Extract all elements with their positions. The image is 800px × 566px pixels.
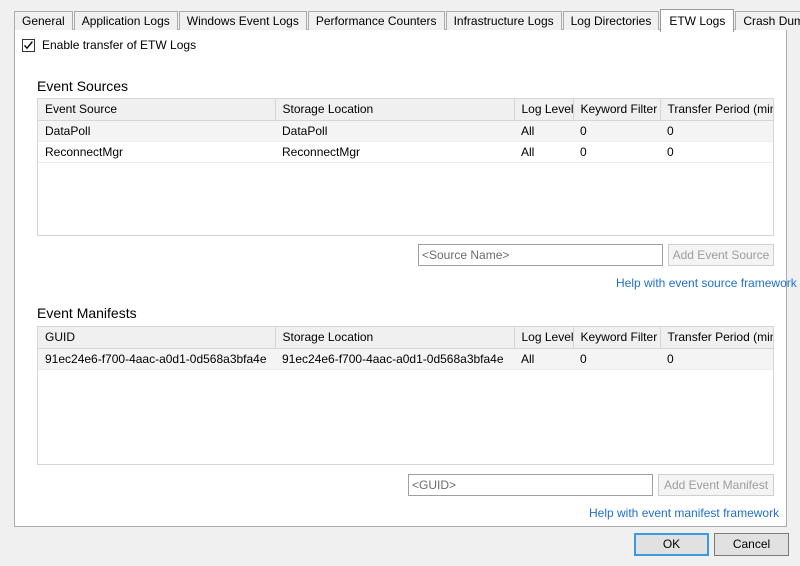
event-sources-header-row: Event Source Storage Location Log Level Key… bbox=[38, 99, 773, 121]
event-manifests-header-row: GUID Storage Location Log Level Keyword Fil… bbox=[38, 327, 773, 349]
event-sources-body: DataPoll DataPoll All 0 0 ReconnectMgr Reconne… bbox=[38, 120, 773, 163]
event-manifests-heading: Event Manifests bbox=[37, 305, 137, 321]
column-header[interactable]: Keyword Filter bbox=[573, 327, 661, 349]
table-cell: 0 bbox=[573, 120, 660, 142]
table-cell: All bbox=[514, 141, 573, 163]
tab-panel-etw-logs: Enable transfer of ETW Logs Event Source… bbox=[14, 29, 797, 527]
tab-windows-event-logs[interactable]: Windows Event Logs bbox=[178, 11, 307, 30]
checkmark-icon bbox=[23, 40, 33, 49]
event-manifests-grid[interactable]: GUID Storage Location Log Level Keyword Fil… bbox=[37, 326, 774, 465]
table-cell: 0 bbox=[573, 348, 660, 370]
tab-log-directories[interactable]: Log Directories bbox=[562, 11, 660, 30]
table-cell: 91ec24e6-f700-4aac-a0d1-0d568a3bfa4e bbox=[275, 348, 514, 370]
enable-transfer-label: Enable transfer of ETW Logs bbox=[42, 38, 197, 52]
table-cell: All bbox=[514, 120, 573, 142]
table-cell: DataPoll bbox=[38, 120, 275, 142]
table-row[interactable]: DataPoll DataPoll All 0 0 bbox=[38, 120, 773, 142]
event-manifests-body: 91ec24e6-f700-4aac-a0d1-0d568a3bfa4e 91ec… bbox=[38, 348, 773, 370]
table-cell: DataPoll bbox=[275, 120, 514, 142]
ok-button[interactable]: OK bbox=[634, 533, 709, 556]
table-cell: 0 bbox=[573, 141, 660, 163]
tab-etw-logs[interactable]: ETW Logs bbox=[660, 9, 735, 32]
table-cell: 0 bbox=[660, 141, 773, 163]
tab-crash-dumps[interactable]: Crash Dumps bbox=[735, 11, 800, 30]
enable-transfer-checkbox[interactable] bbox=[22, 38, 35, 52]
tab-performance-counters[interactable]: Performance Counters bbox=[307, 11, 445, 30]
table-cell: 0 bbox=[660, 120, 773, 142]
table-cell: All bbox=[514, 348, 573, 370]
column-header[interactable]: Log Level bbox=[514, 99, 574, 121]
table-cell: 0 bbox=[660, 348, 773, 370]
column-header[interactable]: Storage Location bbox=[275, 99, 515, 121]
table-cell: ReconnectMgr bbox=[275, 141, 514, 163]
tab-infrastructure-logs[interactable]: Infrastructure Logs bbox=[445, 11, 562, 30]
tab-strip: General Application Logs Windows Event Log… bbox=[14, 9, 800, 32]
cancel-button[interactable]: Cancel bbox=[714, 533, 789, 556]
enable-transfer-row[interactable]: Enable transfer of ETW Logs bbox=[22, 38, 196, 52]
table-row[interactable]: 91ec24e6-f700-4aac-a0d1-0d568a3bfa4e 91ec… bbox=[38, 348, 773, 370]
add-event-source-button[interactable]: Add Event Source bbox=[668, 244, 774, 266]
table-cell: 91ec24e6-f700-4aac-a0d1-0d568a3bfa4e bbox=[38, 348, 275, 370]
tab-application-logs[interactable]: Application Logs bbox=[73, 11, 178, 30]
tab-general[interactable]: General bbox=[14, 11, 73, 30]
table-row[interactable]: ReconnectMgr ReconnectMgr All 0 0 bbox=[38, 141, 773, 163]
guid-input[interactable] bbox=[408, 474, 653, 496]
event-manifest-help-link[interactable]: Help with event manifest framework bbox=[589, 506, 779, 520]
column-header[interactable]: Transfer Period (min) bbox=[660, 99, 773, 121]
event-source-help-link[interactable]: Help with event source framework bbox=[616, 276, 797, 290]
add-event-manifest-button[interactable]: Add Event Manifest bbox=[658, 474, 774, 496]
source-name-input[interactable] bbox=[418, 244, 663, 266]
event-sources-grid[interactable]: Event Source Storage Location Log Level Key… bbox=[37, 98, 774, 236]
event-sources-heading: Event Sources bbox=[37, 78, 129, 94]
column-header[interactable]: Transfer Period (min) bbox=[660, 327, 773, 349]
table-cell: ReconnectMgr bbox=[38, 141, 275, 163]
column-header[interactable]: Log Level bbox=[514, 327, 574, 349]
column-header[interactable]: Keyword Filter bbox=[573, 99, 661, 121]
column-header[interactable]: GUID bbox=[38, 327, 276, 349]
column-header[interactable]: Event Source bbox=[38, 99, 276, 121]
column-header[interactable]: Storage Location bbox=[275, 327, 515, 349]
